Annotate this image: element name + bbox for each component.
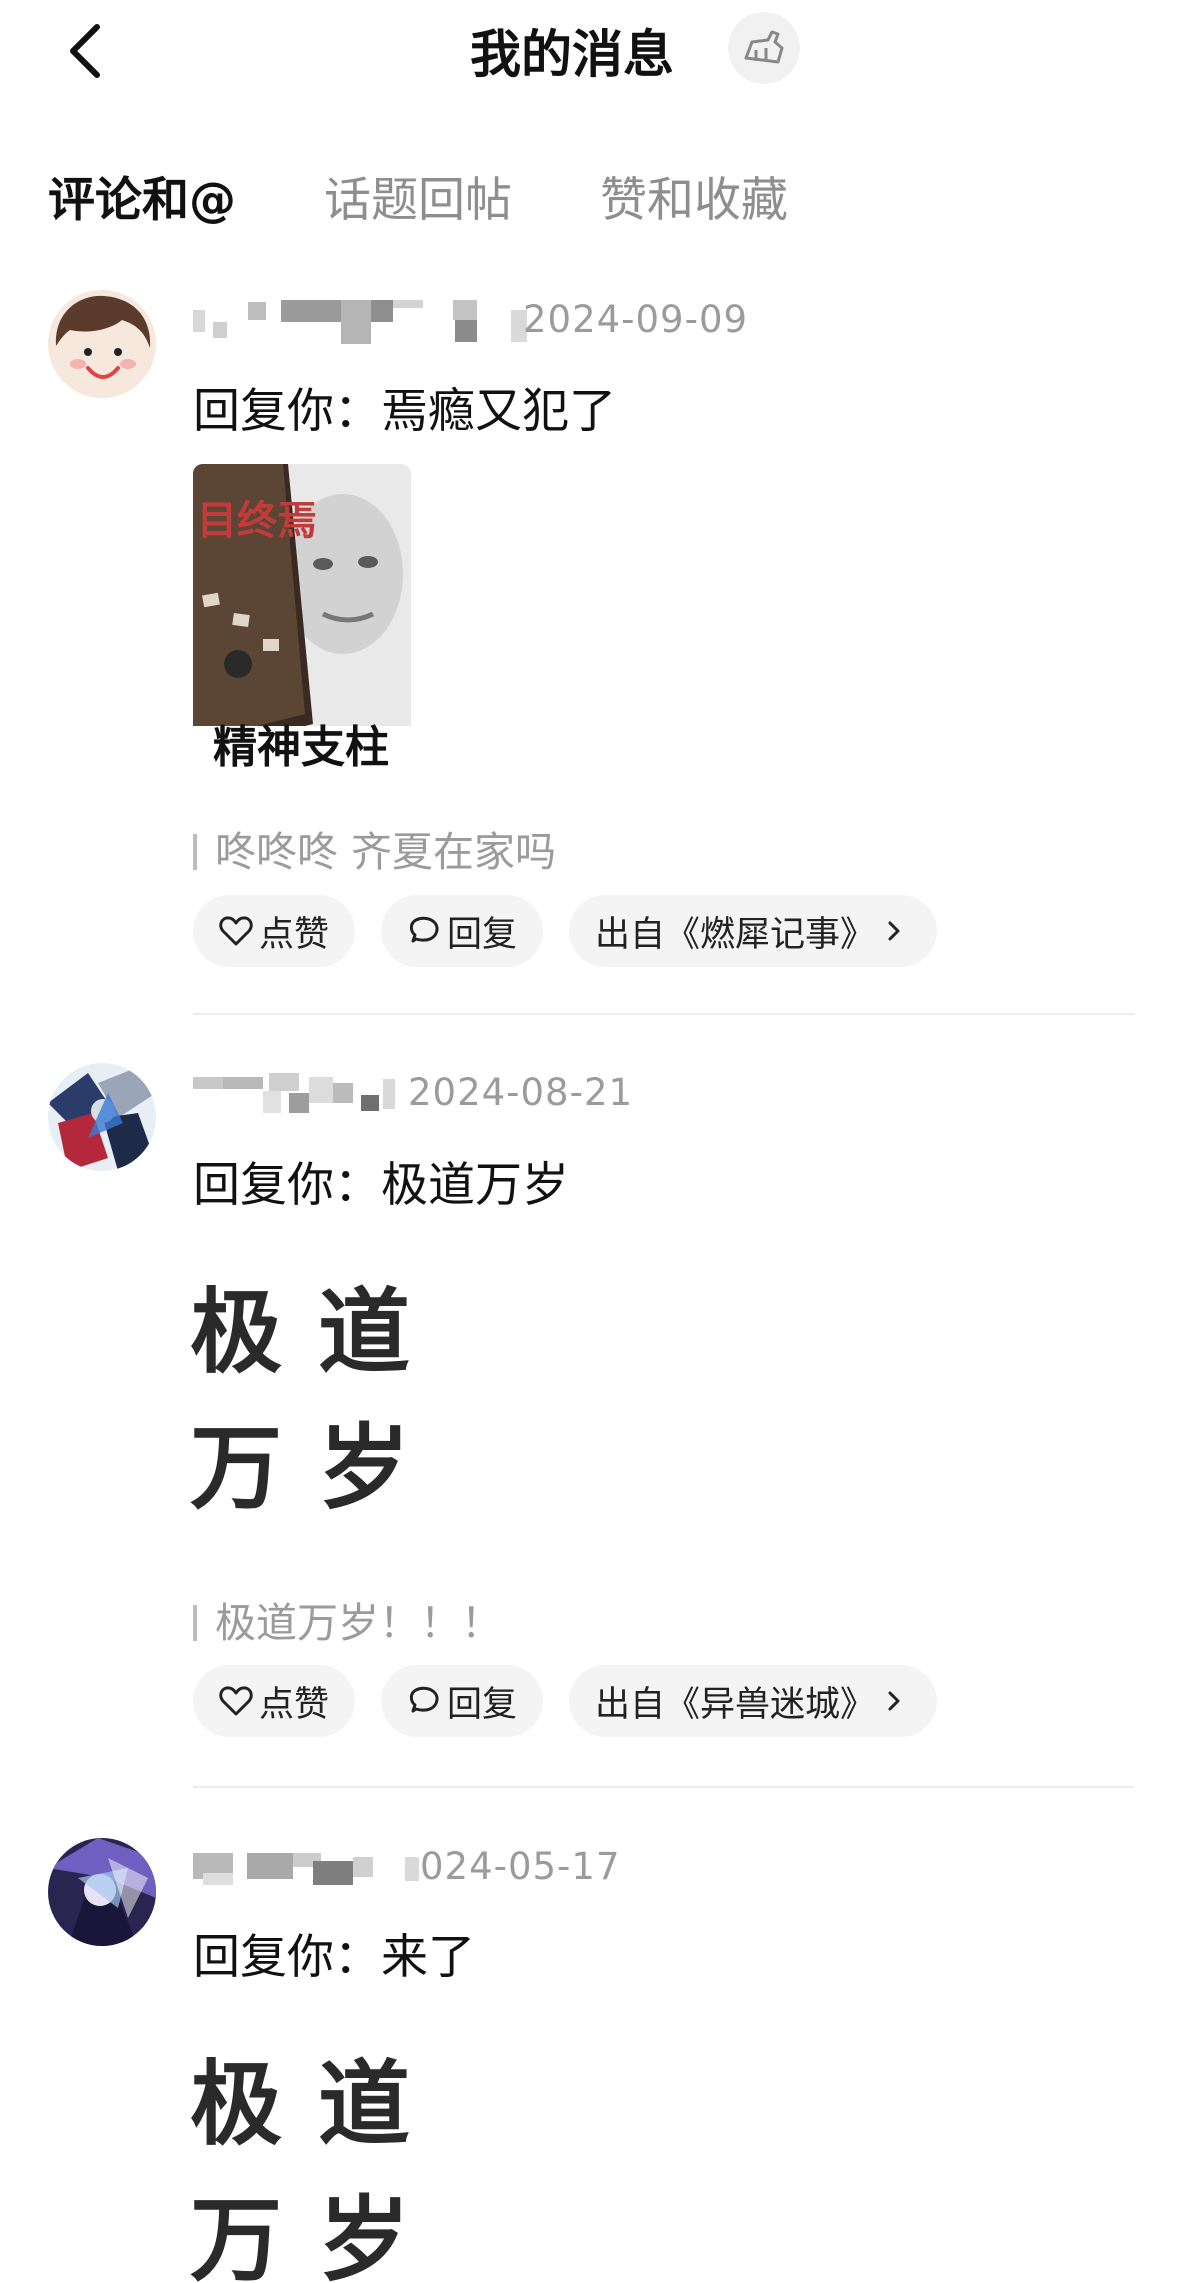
big-char: 万	[190, 1415, 283, 1522]
tab-bar: 评论和@ 话题回帖 赞和收藏	[48, 160, 876, 230]
text-image[interactable]: 极 道 万 岁	[190, 1258, 450, 1558]
heart-icon	[219, 1686, 253, 1716]
reply-text: 回复你：极道万岁	[193, 1158, 569, 1213]
big-char: 道	[318, 2051, 411, 2158]
message-date: 2024-09-09	[523, 298, 749, 341]
big-char: 万	[190, 2187, 283, 2283]
like-button[interactable]: 点赞	[193, 1665, 356, 1737]
comment-bubble-icon	[409, 1686, 439, 1713]
quoted-comment: 咚咚咚 齐夏在家吗	[193, 818, 556, 878]
attached-image[interactable]: 目终焉 精神支柱	[193, 464, 411, 768]
divider	[193, 1786, 1134, 1788]
reply-button[interactable]: 回复	[381, 1665, 544, 1737]
clear-messages-button[interactable]	[728, 12, 800, 84]
quoted-comment: 极道万岁！！！	[193, 1589, 502, 1649]
broom-icon	[744, 30, 784, 64]
avatar[interactable]	[48, 1838, 156, 1946]
text-image[interactable]: 极 道 万 岁	[190, 2030, 450, 2283]
reply-text: 回复你：焉瘾又犯了	[193, 384, 616, 439]
like-button[interactable]: 点赞	[193, 895, 356, 967]
back-button[interactable]	[55, 18, 115, 84]
reply-text: 回复你：来了	[193, 1930, 475, 1985]
tab-likes-favorites[interactable]: 赞和收藏	[600, 161, 788, 230]
chevron-right-icon	[888, 1691, 900, 1711]
message-date: 024-05-17	[420, 1845, 621, 1888]
blurred-username	[193, 1847, 423, 1895]
comment-bubble-icon	[409, 916, 439, 943]
reply-button[interactable]: 回复	[381, 895, 544, 967]
source-link[interactable]: 出自《异兽迷城》	[569, 1665, 938, 1737]
tab-comments-mentions[interactable]: 评论和@	[48, 161, 236, 230]
heart-icon	[219, 916, 253, 946]
source-link[interactable]: 出自《燃犀记事》	[569, 895, 938, 967]
big-char: 岁	[318, 1415, 411, 1522]
divider	[193, 1013, 1134, 1015]
chevron-left-icon	[70, 24, 100, 78]
svg-text:目终焉: 目终焉	[197, 498, 317, 544]
blurred-username	[193, 300, 533, 348]
big-char: 岁	[318, 2187, 411, 2283]
image-caption: 精神支柱	[213, 722, 389, 768]
chevron-right-icon	[888, 921, 900, 941]
avatar[interactable]	[48, 1063, 156, 1171]
big-char: 极	[190, 2051, 283, 2158]
big-char: 道	[318, 1279, 411, 1386]
blurred-username	[193, 1073, 403, 1121]
top-bar: 我的消息	[0, 0, 1179, 110]
message-date: 2024-08-21	[408, 1071, 634, 1114]
page-title: 我的消息	[470, 26, 675, 85]
tab-topic-replies[interactable]: 话题回帖	[324, 161, 512, 230]
avatar[interactable]	[48, 290, 156, 398]
big-char: 极	[190, 1279, 283, 1386]
